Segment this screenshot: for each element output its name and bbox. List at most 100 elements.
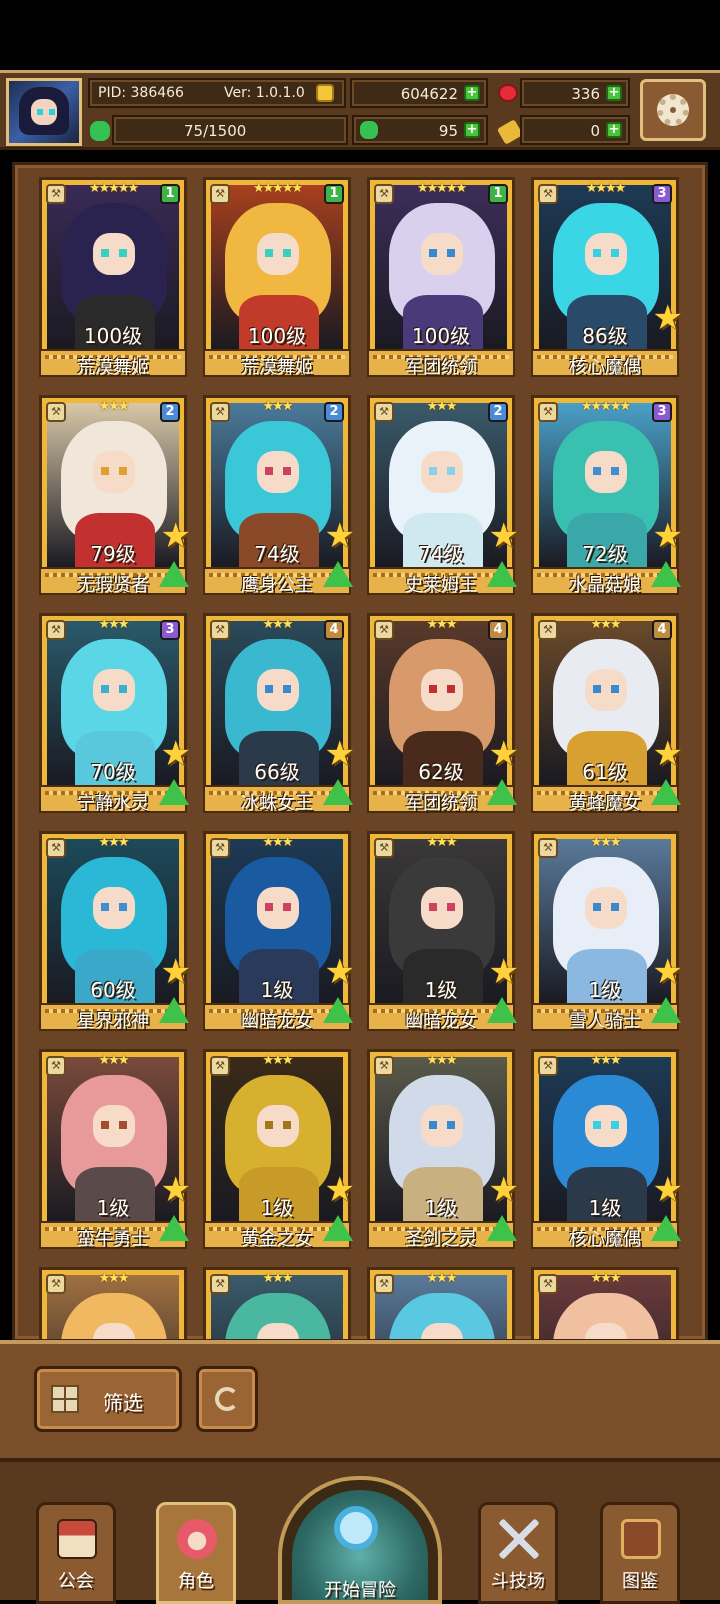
add-ruby-button[interactable]: + [606,85,622,101]
hero-eye [447,249,455,257]
star-upgrade-icon[interactable]: ★ [325,737,355,771]
star-upgrade-icon[interactable]: ★ [653,519,683,553]
level-up-arrow-icon[interactable] [651,1215,681,1241]
hero-card[interactable]: ★★★★★ ⚒ 100级 1 荒漠舞姬 [203,177,351,378]
hero-card[interactable]: ★★★ ⚒ 70级 3 宁静水灵 ★ [39,613,191,814]
wrench-icon: ⚒ [210,402,230,422]
hero-card[interactable]: ★★★ ⚒ [203,1267,351,1339]
hero-card[interactable]: ★★★ ⚒ [531,1267,679,1339]
hero-card[interactable]: ★★★ ⚒ 1级 核心魔偶 ★ [531,1049,683,1250]
hero-card[interactable]: ★★★ ⚒ 1级 幽暗龙女 ★ [367,831,519,1032]
hero-face [421,451,463,493]
add-clover-button[interactable]: + [464,122,480,138]
wrench-icon: ⚒ [538,402,558,422]
wrench-icon: ⚒ [538,620,558,640]
start-adventure-button[interactable]: 开始冒险 [278,1476,442,1604]
key-panel: 0 + [520,115,630,145]
rank-badge: 3 [652,184,672,204]
refresh-button[interactable] [196,1366,258,1432]
hero-card[interactable]: ★★★ ⚒ 1级 雪人骑士 ★ [531,831,683,1032]
hero-card[interactable]: ★★★ ⚒ 1级 蛮牛勇士 ★ [39,1049,191,1250]
grid-icon [51,1385,79,1413]
hero-card[interactable]: ★★★★ ⚒ 86级 3 核心魔偶 ★ [531,177,683,378]
hero-card[interactable]: ★★★ ⚒ 79级 2 无瑕贤者 ★ [39,395,191,596]
settings-button[interactable] [640,79,706,141]
hero-card[interactable]: ★★★★★ ⚒ 72级 3 水晶菇娘 ★ [531,395,683,596]
add-gold-button[interactable]: + [464,85,480,101]
hero-card[interactable]: ★★★ ⚒ [367,1267,515,1339]
hero-face [585,451,627,493]
star-upgrade-icon[interactable]: ★ [489,519,519,553]
crossed-swords-icon [499,1519,539,1559]
level-up-arrow-icon[interactable] [651,779,681,805]
hero-card[interactable]: ★★★ ⚒ 60级 星界邪神 ★ [39,831,191,1032]
star-upgrade-icon[interactable]: ★ [325,955,355,989]
level-up-arrow-icon[interactable] [159,1215,189,1241]
hero-eye [283,903,291,911]
hero-eye [101,249,109,257]
hero-eye [611,467,619,475]
level-up-arrow-icon[interactable] [487,1215,517,1241]
clover-icon [360,121,378,139]
star-upgrade-icon[interactable]: ★ [325,1173,355,1207]
hero-card[interactable]: ★★★★★ ⚒ 100级 1 军团统领 [367,177,515,378]
hero-list-panel[interactable]: ★★★★★ ⚒ 100级 1 荒漠舞姬 ★★★★★ ⚒ 100级 1 荒漠舞姬 ★★★★★ ⚒ 100级… [12,162,708,1342]
star-upgrade-icon[interactable]: ★ [489,737,519,771]
level-up-arrow-icon[interactable] [159,997,189,1023]
hero-card[interactable]: ★★★ ⚒ 61级 4 黄蜂魔女 ★ [531,613,683,814]
star-upgrade-icon[interactable]: ★ [653,955,683,989]
star-upgrade-icon[interactable]: ★ [161,1173,191,1207]
hero-eye [447,1121,455,1129]
star-upgrade-icon[interactable]: ★ [653,301,683,335]
hero-card[interactable]: ★★★ ⚒ 74级 2 鹰身公主 ★ [203,395,355,596]
level-up-arrow-icon[interactable] [159,779,189,805]
level-up-arrow-icon[interactable] [487,561,517,587]
hero-portrait: ★★★ ⚒ [531,1267,679,1339]
rarity-stars: ★★★ [426,835,458,850]
hero-eye [593,467,601,475]
level-up-arrow-icon[interactable] [487,997,517,1023]
filter-button[interactable]: 筛选 [34,1366,182,1432]
star-upgrade-icon[interactable]: ★ [489,955,519,989]
hero-card[interactable]: ★★★ ⚒ 1级 幽暗龙女 ★ [203,831,355,1032]
star-upgrade-icon[interactable]: ★ [325,519,355,553]
wrench-icon: ⚒ [46,1056,66,1076]
level-up-arrow-icon[interactable] [323,1215,353,1241]
nav-codex[interactable]: 图鉴 [600,1502,680,1604]
hero-card[interactable]: ★★★ ⚒ [39,1267,187,1339]
hero-eye [119,1121,127,1129]
hero-eye [265,467,273,475]
clover-panel: 95 + [352,115,488,145]
add-key-button[interactable]: + [606,122,622,138]
status-bar [0,0,720,70]
star-upgrade-icon[interactable]: ★ [653,737,683,771]
level-up-arrow-icon[interactable] [159,561,189,587]
hero-card[interactable]: ★★★ ⚒ 66级 4 冰蛛女王 ★ [203,613,355,814]
star-upgrade-icon[interactable]: ★ [161,737,191,771]
hero-card[interactable]: ★★★ ⚒ 1级 黄金之女 ★ [203,1049,355,1250]
star-upgrade-icon[interactable]: ★ [489,1173,519,1207]
level-up-arrow-icon[interactable] [651,997,681,1023]
level-up-arrow-icon[interactable] [323,561,353,587]
nav-guild[interactable]: 公会 [36,1502,116,1604]
wrench-icon: ⚒ [46,184,66,204]
star-upgrade-icon[interactable]: ★ [161,519,191,553]
rarity-stars: ★★★ [262,399,294,414]
level-up-arrow-icon[interactable] [323,997,353,1023]
player-avatar[interactable] [6,78,82,146]
hero-card[interactable]: ★★★ ⚒ 1级 圣剑之灵 ★ [367,1049,519,1250]
star-upgrade-icon[interactable]: ★ [161,955,191,989]
hero-eye [429,1121,437,1129]
nav-character[interactable]: 角色 [156,1502,236,1604]
id-panel: PID: 386466 Ver: 1.0.1.0 [88,78,346,108]
hero-card[interactable]: ★★★ ⚒ 62级 4 军团统领 ★ [367,613,519,814]
nav-arena[interactable]: 斗技场 [478,1502,558,1604]
hero-name: 荒漠舞姬 [241,357,313,378]
level-up-arrow-icon[interactable] [651,561,681,587]
filter-label: 筛选 [103,1391,143,1415]
level-up-arrow-icon[interactable] [487,779,517,805]
level-up-arrow-icon[interactable] [323,779,353,805]
star-upgrade-icon[interactable]: ★ [653,1173,683,1207]
hero-card[interactable]: ★★★★★ ⚒ 100级 1 荒漠舞姬 [39,177,187,378]
hero-card[interactable]: ★★★ ⚒ 74级 2 史莱姆王 ★ [367,395,519,596]
